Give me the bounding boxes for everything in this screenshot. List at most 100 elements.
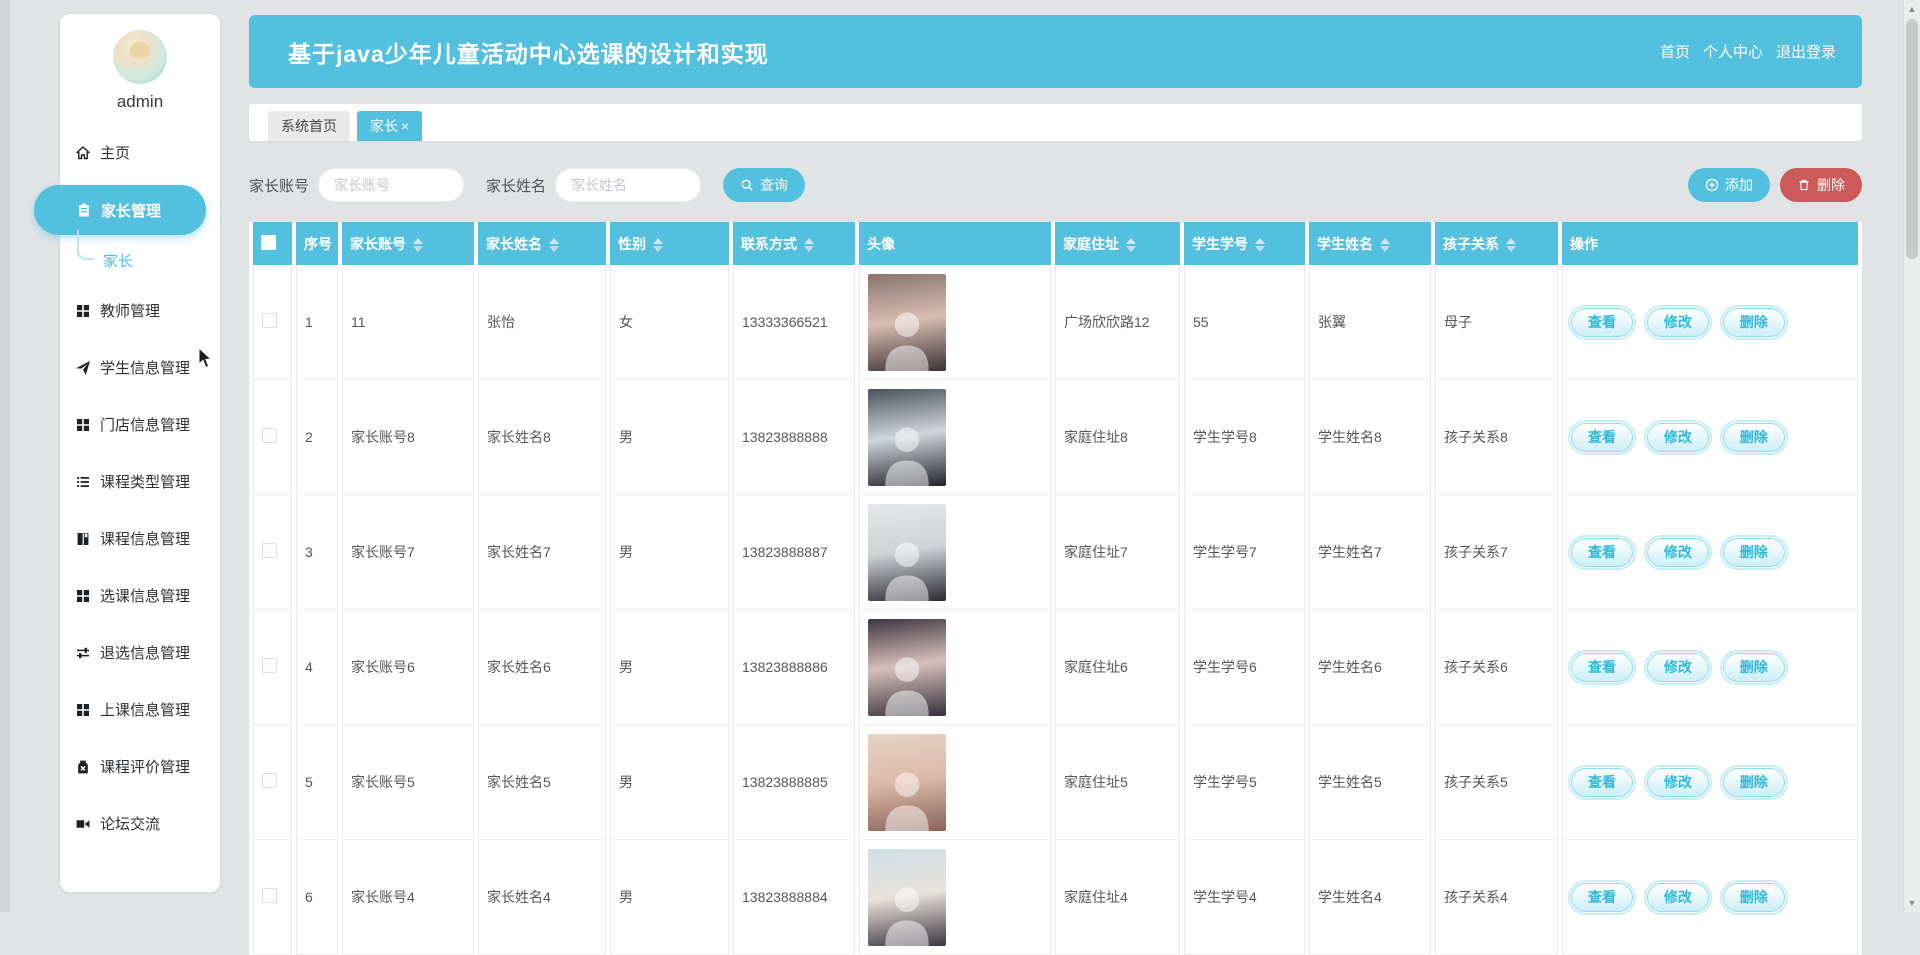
person-silhouette-icon [877, 876, 937, 946]
column-header-student-no[interactable]: 学生学号 [1184, 222, 1305, 265]
row-checkbox[interactable] [262, 543, 277, 558]
edit-button[interactable]: 修改 [1643, 764, 1712, 800]
column-header-avatar: 头像 [859, 222, 1051, 265]
view-button[interactable]: 查看 [1568, 419, 1636, 455]
sort-icon[interactable] [549, 237, 559, 252]
sort-icon[interactable] [1255, 237, 1265, 252]
relation-cell: 孩子关系7 [1435, 495, 1558, 610]
sort-icon[interactable] [653, 237, 663, 252]
view-button[interactable]: 查看 [1568, 764, 1636, 800]
tab-system-home[interactable]: 系统首页 [268, 111, 350, 141]
sidebar-subitem-parent[interactable]: 家长 [60, 230, 220, 282]
book-icon [75, 531, 91, 547]
address-cell: 广场欣欣路12 [1055, 265, 1180, 380]
sort-icon[interactable] [804, 237, 814, 252]
add-button[interactable]: 添加 [1688, 168, 1770, 202]
parent-account-cell: 家长账号6 [342, 610, 474, 725]
edit-button[interactable]: 修改 [1643, 304, 1712, 340]
tab-close-icon[interactable]: × [401, 118, 409, 134]
sort-icon[interactable] [1126, 237, 1136, 252]
row-delete-button[interactable]: 删除 [1719, 304, 1788, 340]
edit-button[interactable]: 修改 [1643, 534, 1712, 570]
parent-name-label: 家长姓名 [486, 177, 547, 195]
row-delete-button[interactable]: 删除 [1719, 534, 1788, 570]
sort-icon[interactable] [1506, 237, 1516, 252]
sidebar-item-class-info[interactable]: 上课信息管理 [60, 681, 220, 738]
sidebar-item-course-selection[interactable]: 选课信息管理 [60, 567, 220, 624]
sort-icon[interactable] [1380, 237, 1390, 252]
tab-parent[interactable]: 家长 × [357, 111, 423, 141]
gender-cell: 男 [610, 610, 729, 725]
column-label: 性别 [618, 235, 646, 252]
vertical-scrollbar[interactable]: ▲ ▼ [1903, 0, 1920, 912]
address-cell: 家庭住址5 [1055, 725, 1180, 840]
view-button[interactable]: 查看 [1568, 304, 1636, 340]
sort-icon[interactable] [413, 237, 423, 252]
edit-button[interactable]: 修改 [1643, 649, 1712, 685]
row-checkbox[interactable] [262, 428, 277, 443]
avatar-cell [859, 610, 1051, 725]
row-checkbox[interactable] [262, 888, 277, 903]
student-name-cell: 学生姓名8 [1309, 380, 1431, 495]
student-name-cell: 学生姓名6 [1309, 610, 1431, 725]
sidebar-item-label: 上课信息管理 [100, 702, 191, 719]
index-cell: 4 [296, 610, 338, 725]
row-checkbox[interactable] [262, 773, 277, 788]
sidebar-item-store-info[interactable]: 门店信息管理 [60, 396, 220, 453]
sidebar-item-course-type[interactable]: 课程类型管理 [60, 453, 220, 510]
sidebar-item-course-info[interactable]: 课程信息管理 [60, 510, 220, 567]
view-button[interactable]: 查看 [1568, 649, 1636, 685]
column-header-phone[interactable]: 联系方式 [733, 222, 855, 265]
scroll-up-icon[interactable]: ▲ [1904, 1, 1920, 17]
column-header-student-name[interactable]: 学生姓名 [1309, 222, 1431, 265]
query-button[interactable]: 查询 [723, 168, 806, 202]
nav-home-link[interactable]: 首页 [1660, 41, 1690, 62]
row-delete-button[interactable]: 删除 [1719, 879, 1788, 915]
student-no-cell: 55 [1184, 265, 1305, 380]
sidebar-item-student-info[interactable]: 学生信息管理 [60, 339, 220, 396]
parent-name-cell: 家长姓名8 [478, 380, 606, 495]
column-header-parent-account[interactable]: 家长账号 [342, 222, 474, 265]
delete-button[interactable]: 删除 [1780, 168, 1862, 202]
row-checkbox-cell [253, 610, 292, 725]
address-cell: 家庭住址4 [1055, 840, 1180, 955]
mouse-cursor [198, 347, 213, 369]
column-header-actions: 操作 [1562, 222, 1858, 265]
column-header-address[interactable]: 家庭住址 [1055, 222, 1180, 265]
row-checkbox[interactable] [262, 658, 277, 673]
phone-cell: 13823888885 [733, 725, 855, 840]
student-name-cell: 张翼 [1309, 265, 1431, 380]
row-checkbox-cell [253, 265, 292, 380]
add-button-label: 添加 [1725, 177, 1753, 193]
parent-avatar-photo [868, 618, 946, 716]
row-checkbox[interactable] [262, 313, 277, 328]
scrollbar-thumb[interactable] [1906, 19, 1918, 259]
row-delete-button[interactable]: 删除 [1719, 649, 1788, 685]
actions-cell: 查看 修改 删除 [1562, 840, 1858, 955]
sidebar-item-teacher-management[interactable]: 教师管理 [60, 282, 220, 339]
row-delete-button[interactable]: 删除 [1719, 419, 1788, 455]
sidebar-item-label: 教师管理 [100, 303, 161, 320]
column-header-relation[interactable]: 孩子关系 [1435, 222, 1558, 265]
sidebar-item-course-evaluation[interactable]: 课程评价管理 [60, 738, 220, 795]
column-header-gender[interactable]: 性别 [610, 222, 729, 265]
scroll-down-icon[interactable]: ▼ [1904, 895, 1920, 911]
parent-account-input[interactable] [318, 168, 465, 202]
nav-personal-center-link[interactable]: 个人中心 [1703, 41, 1763, 62]
column-header-parent-name[interactable]: 家长姓名 [478, 222, 606, 265]
sidebar-item-home[interactable]: 主页 [60, 124, 220, 181]
sidebar-item-course-withdrawal[interactable]: 退选信息管理 [60, 624, 220, 681]
row-delete-button[interactable]: 删除 [1719, 764, 1788, 800]
edit-button[interactable]: 修改 [1643, 419, 1712, 455]
view-button[interactable]: 查看 [1568, 534, 1636, 570]
sidebar-item-parent-management[interactable]: 家长管理 [34, 185, 206, 235]
nav-logout-link[interactable]: 退出登录 [1776, 41, 1836, 62]
edit-button[interactable]: 修改 [1643, 879, 1712, 915]
view-button[interactable]: 查看 [1568, 879, 1636, 915]
gender-cell: 男 [610, 380, 729, 495]
table-header-row: 序号 家长账号 家长姓名 性别 联系方式 头像 家庭住址 学生学号 学生姓名 孩… [253, 222, 1858, 265]
select-all-checkbox[interactable] [261, 234, 276, 250]
parent-name-input[interactable] [555, 168, 702, 202]
relation-cell: 孩子关系8 [1435, 380, 1558, 495]
sidebar-item-forum[interactable]: 论坛交流 [60, 795, 220, 852]
